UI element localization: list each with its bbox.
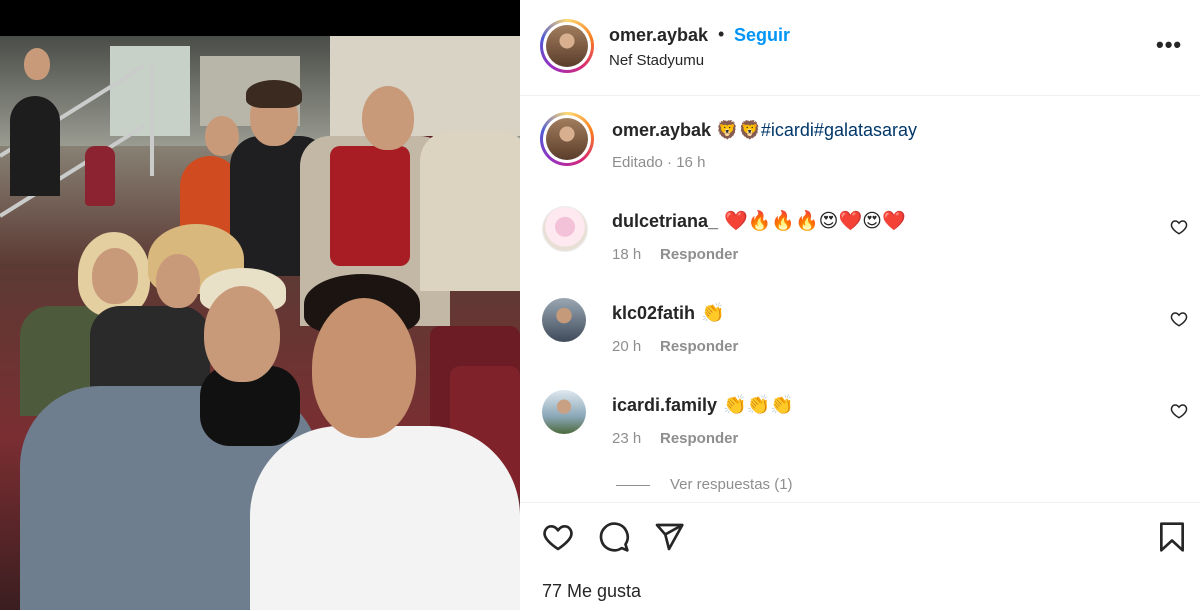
more-options-icon[interactable]: ••• bbox=[1156, 32, 1182, 58]
commenter-avatar[interactable] bbox=[542, 298, 586, 342]
stadium-photo-scene bbox=[0, 36, 520, 610]
meta-dot: · bbox=[667, 154, 673, 171]
comment-like-heart-icon[interactable] bbox=[1170, 310, 1188, 328]
view-replies-button[interactable]: Ver respuestas (1) bbox=[616, 476, 793, 493]
commenter-username[interactable]: icardi.family bbox=[612, 395, 717, 415]
bookmark-icon[interactable] bbox=[1156, 521, 1188, 553]
author-avatar[interactable] bbox=[540, 19, 594, 73]
heart-icon[interactable] bbox=[542, 521, 574, 553]
caption-time[interactable]: 16 h bbox=[676, 154, 705, 171]
paper-plane-icon[interactable] bbox=[653, 521, 685, 553]
comment-text: icardi.family 👏👏👏 bbox=[612, 393, 794, 417]
caption-emojis: 🦁🦁 bbox=[716, 120, 761, 140]
comment-time[interactable]: 18 h bbox=[612, 246, 641, 263]
post-location[interactable]: Nef Stadyumu bbox=[609, 52, 704, 69]
caption-meta: Editado · 16 h bbox=[612, 154, 705, 171]
post-photo[interactable] bbox=[0, 0, 520, 610]
caption-author-avatar[interactable] bbox=[540, 112, 594, 166]
comment-bubble-icon[interactable] bbox=[598, 521, 630, 553]
author-username[interactable]: omer.aybak bbox=[609, 25, 708, 46]
header-separator: • bbox=[718, 24, 725, 44]
comment-like-heart-icon[interactable] bbox=[1170, 402, 1188, 420]
reply-button[interactable]: Responder bbox=[660, 246, 738, 263]
commenter-avatar[interactable] bbox=[542, 390, 586, 434]
comment-text: dulcetriana_ ❤️🔥🔥🔥😍❤️😍❤️ bbox=[612, 209, 906, 233]
comment-text: klc02fatih 👏 bbox=[612, 301, 725, 325]
comment-time[interactable]: 20 h bbox=[612, 338, 641, 355]
commenter-username[interactable]: dulcetriana_ bbox=[612, 211, 718, 231]
comment-body: 👏 bbox=[701, 303, 725, 324]
reply-button[interactable]: Responder bbox=[660, 338, 738, 355]
commenter-avatar[interactable] bbox=[542, 206, 588, 252]
comment-item: icardi.family 👏👏👏 23 h Responder bbox=[520, 384, 1200, 474]
comment-item: dulcetriana_ ❤️🔥🔥🔥😍❤️😍❤️ 18 h Responder bbox=[520, 200, 1200, 290]
view-replies-label: Ver respuestas (1) bbox=[670, 476, 793, 493]
comment-body: ❤️🔥🔥🔥😍❤️😍❤️ bbox=[724, 211, 906, 232]
caption: omer.aybak 🦁🦁#icardi#galatasaray bbox=[612, 120, 917, 141]
reply-button[interactable]: Responder bbox=[660, 430, 738, 447]
caption-hashtags[interactable]: #icardi#galatasaray bbox=[761, 120, 917, 140]
caption-username[interactable]: omer.aybak bbox=[612, 120, 711, 140]
follow-button[interactable]: Seguir bbox=[734, 25, 790, 46]
post-details-panel: omer.aybak • Seguir Nef Stadyumu ••• ome… bbox=[520, 0, 1200, 610]
comment-item: klc02fatih 👏 20 h Responder bbox=[520, 292, 1200, 382]
comment-like-heart-icon[interactable] bbox=[1170, 218, 1188, 236]
replies-divider bbox=[616, 484, 650, 486]
likes-count[interactable]: 77 Me gusta bbox=[542, 581, 641, 602]
comment-body: 👏👏👏 bbox=[723, 395, 795, 416]
post-header: omer.aybak • Seguir Nef Stadyumu ••• bbox=[520, 0, 1200, 96]
commenter-username[interactable]: klc02fatih bbox=[612, 303, 695, 323]
post-actions-bar: 77 Me gusta bbox=[520, 502, 1200, 611]
comment-time[interactable]: 23 h bbox=[612, 430, 641, 447]
edited-label: Editado bbox=[612, 154, 663, 171]
